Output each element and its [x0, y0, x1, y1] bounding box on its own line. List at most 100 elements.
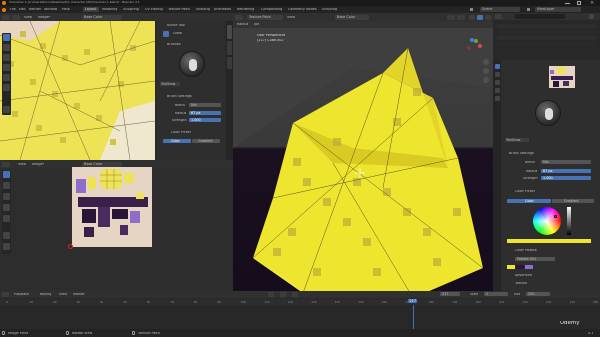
- tab-image[interactable]: [227, 41, 232, 55]
- menu-file[interactable]: File: [10, 8, 16, 11]
- play-button[interactable]: [280, 292, 286, 297]
- properties-gradient-tab[interactable]: Gradient: [552, 199, 594, 204]
- rotate-tool-button[interactable]: [3, 204, 10, 211]
- workspace-tab-scripting[interactable]: Scripting: [322, 8, 337, 11]
- solid-shading-button[interactable]: [469, 14, 475, 20]
- fill-tool-button[interactable]: [3, 74, 10, 81]
- scene-selector[interactable]: Scene: [480, 7, 520, 13]
- workspace-tab-layout[interactable]: Layout: [83, 7, 99, 13]
- move-tool-button[interactable]: [3, 193, 10, 200]
- properties-color-picker-header[interactable]: Color Picker: [515, 190, 535, 193]
- viewport-mode-selector[interactable]: Texture Paint: [247, 14, 283, 20]
- gizmo-z-axis-icon[interactable]: [470, 38, 474, 42]
- workspace-tab-shading[interactable]: Shading: [196, 8, 210, 11]
- timeline-type-icon[interactable]: [2, 292, 9, 297]
- annotate-tool-button[interactable]: [3, 106, 10, 113]
- viewport-radius-value[interactable]: 7px: [253, 23, 259, 26]
- menu-edit[interactable]: Edit: [19, 8, 26, 11]
- image-slot-selector[interactable]: Base Color: [82, 14, 122, 20]
- menu-window[interactable]: Window: [44, 8, 57, 11]
- overlay-toggle[interactable]: [447, 14, 455, 20]
- navigation-gizmo[interactable]: [465, 37, 483, 55]
- properties-brush-settings-header[interactable]: Brush Settings: [509, 152, 534, 155]
- advanced-header[interactable]: Advanced: [515, 274, 532, 277]
- view-menu[interactable]: View: [24, 16, 32, 19]
- properties-color-tab[interactable]: Color: [507, 199, 551, 204]
- playback-menu[interactable]: Playback: [14, 293, 29, 296]
- color-wheel[interactable]: [533, 207, 561, 235]
- active-tool-header[interactable]: Active Tool: [167, 24, 185, 27]
- strength-slider[interactable]: 1.000: [189, 118, 221, 123]
- outliner-row[interactable]: [497, 30, 596, 34]
- image-menu-bottom[interactable]: Image*: [32, 163, 44, 166]
- gizmo-x-axis-icon[interactable]: [478, 44, 482, 48]
- editor-type-icon-bottom[interactable]: [2, 161, 10, 167]
- properties-brush-preview-icon[interactable]: [535, 100, 561, 126]
- gradient-tab[interactable]: Gradient: [192, 139, 220, 144]
- blender-menu-icon[interactable]: [2, 7, 6, 12]
- annotate-tool-button-bottom[interactable]: [3, 232, 10, 239]
- properties-blend-dropdown[interactable]: Mix: [541, 160, 591, 165]
- keying-menu[interactable]: Keying: [40, 293, 51, 296]
- tool-properties-tab[interactable]: [494, 64, 500, 69]
- workspace-tab-texture-paint[interactable]: Texture Paint: [168, 8, 190, 11]
- workspace-tab-modeling[interactable]: Modeling: [102, 8, 117, 11]
- smear-tool-button[interactable]: [3, 54, 10, 61]
- pan-icon[interactable]: [483, 68, 489, 74]
- timeline-view-menu[interactable]: View: [59, 293, 67, 296]
- color-picker-header[interactable]: Color Picker: [171, 131, 191, 134]
- tab-tool[interactable]: [227, 25, 232, 39]
- palette-swatch[interactable]: [516, 265, 524, 269]
- workspace-tab-sculpting[interactable]: Sculpting: [123, 8, 139, 11]
- maximize-button[interactable]: [577, 1, 581, 5]
- jump-end-button[interactable]: [292, 292, 298, 297]
- current-frame-field[interactable]: 217: [440, 292, 460, 297]
- color-palette-header[interactable]: Color Palette: [515, 249, 537, 252]
- menu-render[interactable]: Render: [29, 8, 41, 11]
- outliner-row[interactable]: [497, 42, 596, 46]
- editor-type-icon[interactable]: [2, 14, 10, 20]
- outliner-row[interactable]: [497, 24, 596, 28]
- palette-swatch[interactable]: [507, 265, 515, 269]
- gizmo-y-axis-icon[interactable]: [474, 39, 478, 43]
- brush-name-field[interactable]: TexDraw: [160, 82, 180, 87]
- brush-settings-header[interactable]: Brush Settings: [167, 95, 192, 98]
- measure-tool-button[interactable]: [3, 243, 10, 250]
- rendered-shading-button[interactable]: [485, 14, 491, 20]
- value-slider[interactable]: [567, 207, 571, 235]
- marker-menu[interactable]: Marker: [73, 293, 85, 296]
- zoom-icon[interactable]: [483, 59, 489, 65]
- start-frame-field[interactable]: 1: [484, 292, 508, 297]
- color-tab[interactable]: Color: [163, 139, 191, 144]
- outliner-search-field[interactable]: [515, 14, 565, 19]
- end-frame-field[interactable]: 250: [526, 292, 550, 297]
- texture-thumbnail[interactable]: [549, 66, 575, 88]
- workspace-tab-compositing[interactable]: Compositing: [261, 8, 282, 11]
- draw-tool-button[interactable]: [3, 34, 10, 41]
- soften-tool-button[interactable]: [3, 44, 10, 51]
- select-tool-button[interactable]: [3, 171, 10, 178]
- workspace-tab-geometry-nodes[interactable]: Geometry Nodes: [288, 8, 317, 11]
- viewport-3d[interactable]: Texture Paint View Base Color Radius 7px: [233, 13, 493, 291]
- viewport-editor-type-icon[interactable]: [235, 14, 243, 20]
- blend-dropdown[interactable]: Mix: [189, 103, 221, 108]
- output-properties-tab[interactable]: [494, 80, 500, 85]
- camera-view-icon[interactable]: [483, 77, 489, 83]
- material-properties-tab[interactable]: [494, 96, 500, 101]
- material-shading-button[interactable]: [477, 14, 483, 20]
- properties-brush-name[interactable]: TexDraw: [505, 138, 529, 143]
- timeline-ruler[interactable]: 0 10 20 30 40 50 60 70 80 90 100 110 120 130 140 150 160…: [0, 299, 600, 305]
- properties-radius-slider[interactable]: 67 px: [541, 169, 591, 174]
- xray-toggle[interactable]: [457, 14, 465, 20]
- scale-tool-button[interactable]: [3, 215, 10, 222]
- uv-texture-preview[interactable]: [72, 167, 152, 247]
- viewport-slot-selector[interactable]: Base Color: [335, 14, 369, 20]
- mask-tool-button[interactable]: [3, 84, 10, 91]
- workspace-tab-uv-editing[interactable]: UV Editing: [145, 8, 163, 11]
- close-button[interactable]: ×: [590, 1, 594, 6]
- gizmo-neg-axis-icon[interactable]: [467, 46, 471, 50]
- palette-swatch[interactable]: [525, 265, 533, 269]
- radius-slider[interactable]: 67 px: [189, 111, 221, 116]
- brushes-header[interactable]: Brushes: [167, 43, 181, 46]
- minimize-button[interactable]: [565, 2, 570, 4]
